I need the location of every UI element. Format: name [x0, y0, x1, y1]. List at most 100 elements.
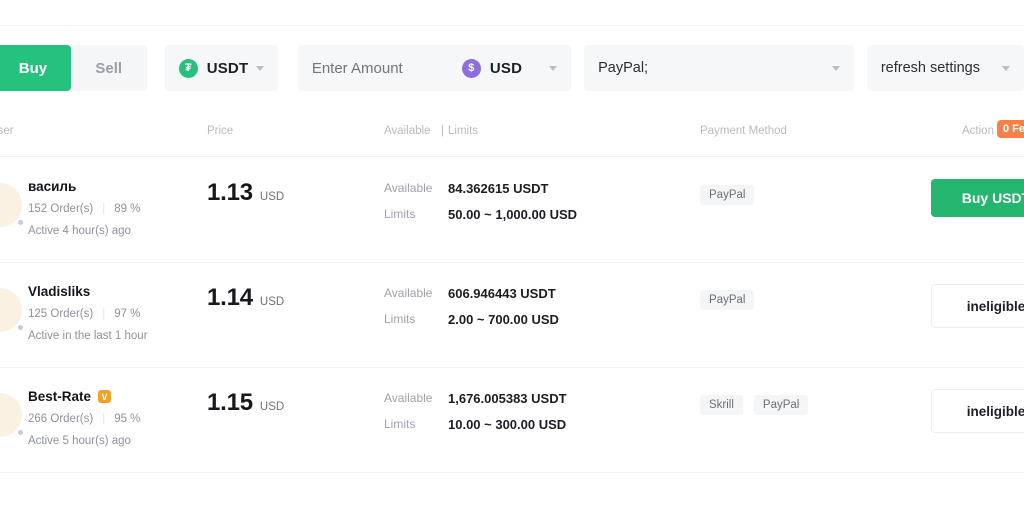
- table-row[interactable]: Vladisliks 125 Order(s) | 97 % Active in…: [0, 262, 1024, 367]
- refresh-settings-value: refresh settings: [880, 60, 980, 76]
- last-active-text: Active in the last 1 hour: [28, 330, 148, 342]
- crypto-symbol-label: USDT: [206, 59, 249, 77]
- stats-separator: |: [102, 308, 106, 320]
- usdt-token-icon: ₮: [178, 58, 198, 78]
- payment-method-tag: PayPal: [753, 395, 809, 415]
- advertiser-name-label: василь: [28, 179, 77, 194]
- column-header-price: Price: [207, 125, 234, 137]
- tab-buy-label: Buy: [18, 59, 48, 77]
- last-active-text: Active 4 hour(s) ago: [28, 225, 131, 237]
- available-value: 1,676.005383 USDT: [448, 390, 567, 406]
- advertiser-stats: 266 Order(s) | 95 %: [28, 413, 140, 425]
- column-header-available: Available: [384, 125, 431, 137]
- price-currency: USD: [259, 191, 285, 203]
- column-header-separator: |: [441, 125, 444, 137]
- table-row[interactable]: василь 152 Order(s) | 89 % Active 4 hour…: [0, 157, 1024, 262]
- column-header-limits: Limits: [448, 125, 479, 137]
- limits-label: Limits: [384, 417, 416, 431]
- refresh-settings-select[interactable]: refresh settings: [866, 45, 1024, 91]
- ineligible-button[interactable]: ineligible: [931, 389, 1024, 433]
- limits-label: Limits: [384, 312, 416, 326]
- chevron-down-icon: [831, 65, 840, 71]
- online-status-dot: [17, 429, 24, 436]
- table-row[interactable]: Best-Rate V 266 Order(s) | 95 % Active 5 …: [0, 367, 1024, 472]
- payment-method-tag: PayPal: [700, 290, 755, 310]
- advertiser-name[interactable]: Vladisliks: [28, 284, 90, 299]
- column-header-advertiser: rtiser: [0, 125, 14, 137]
- available-limits-cell: Available 606.946443 USDT Limits 2.00 ~ …: [384, 280, 559, 332]
- filter-toolbar: Buy Sell ₮ USDT $ USD PayPal;: [0, 45, 1024, 91]
- stats-separator: |: [102, 413, 106, 425]
- top-divider: [0, 25, 1024, 26]
- payment-methods-cell: PayPal: [700, 185, 755, 205]
- price-cell: 1.15 USD: [207, 389, 284, 417]
- available-row: Available 606.946443 USDT: [384, 280, 559, 306]
- limits-label: Limits: [384, 207, 416, 221]
- completion-rate: 95 %: [114, 413, 141, 425]
- p2p-marketplace-page: Buy Sell ₮ USDT $ USD PayPal;: [0, 0, 1024, 512]
- payment-methods-cell: Skrill PayPal: [700, 395, 809, 415]
- order-count: 266 Order(s): [28, 413, 94, 425]
- tab-sell-label: Sell: [95, 59, 123, 77]
- advertiser-name[interactable]: Best-Rate V: [28, 389, 112, 404]
- zero-fee-badge: 0 Fee: [997, 120, 1024, 138]
- advertiser-name-label: Vladisliks: [28, 284, 91, 299]
- available-row: Available 84.362615 USDT: [384, 175, 577, 201]
- limits-row: Limits 10.00 ~ 300.00 USD: [384, 411, 567, 437]
- payment-method-tag: Skrill: [700, 395, 743, 415]
- online-status-dot: [17, 324, 24, 331]
- tab-buy[interactable]: Buy: [0, 45, 71, 91]
- tab-sell[interactable]: Sell: [71, 45, 147, 91]
- ineligible-button[interactable]: ineligible: [931, 284, 1024, 328]
- advertiser-stats: 152 Order(s) | 89 %: [28, 203, 140, 215]
- limits-value: 2.00 ~ 700.00 USD: [448, 311, 559, 327]
- amount-input[interactable]: [311, 59, 462, 77]
- completion-rate: 89 %: [114, 203, 141, 215]
- available-label: Available: [384, 181, 433, 195]
- limits-row: Limits 2.00 ~ 700.00 USD: [384, 306, 559, 332]
- available-value: 606.946443 USDT: [448, 285, 556, 301]
- fiat-symbol-label: USD: [489, 59, 523, 77]
- completion-rate: 97 %: [114, 308, 141, 320]
- price-cell: 1.13 USD: [207, 179, 284, 207]
- price-currency: USD: [259, 296, 285, 308]
- price-cell: 1.14 USD: [207, 284, 284, 312]
- available-limits-cell: Available 84.362615 USDT Limits 50.00 ~ …: [384, 175, 577, 227]
- action-cell: Buy USDT: [931, 179, 1024, 217]
- payment-method-select[interactable]: PayPal;: [584, 45, 854, 91]
- advertiser-name[interactable]: василь: [28, 179, 76, 194]
- buy-usdt-button[interactable]: Buy USDT: [931, 179, 1024, 217]
- column-header-action: Action: [962, 125, 994, 137]
- advertiser-stats: 125 Order(s) | 97 %: [28, 308, 140, 320]
- limits-row: Limits 50.00 ~ 1,000.00 USD: [384, 201, 577, 227]
- usd-token-icon: $: [461, 58, 481, 78]
- crypto-select-value: ₮ USDT: [178, 58, 249, 78]
- stats-separator: |: [102, 203, 106, 215]
- available-value: 84.362615 USDT: [448, 180, 549, 196]
- order-count: 152 Order(s): [28, 203, 94, 215]
- column-header-payment-method: Payment Method: [700, 125, 787, 137]
- advertiser-name-label: Best-Rate: [28, 389, 92, 404]
- row-divider: [0, 472, 1024, 473]
- price-value: 1.13: [207, 179, 253, 206]
- payment-method-value: PayPal;: [598, 60, 649, 76]
- table-header: rtiser Price Available | Limits Payment …: [0, 118, 1024, 148]
- chevron-down-icon: [549, 65, 558, 71]
- action-cell: ineligible: [931, 284, 1024, 328]
- available-label: Available: [384, 391, 433, 405]
- chevron-down-icon: [1002, 65, 1010, 71]
- action-cell: ineligible: [931, 389, 1024, 433]
- verified-merchant-icon: V: [98, 390, 112, 403]
- amount-field-group[interactable]: $ USD: [297, 45, 572, 91]
- page-top-spacer: [0, 0, 1024, 25]
- available-row: Available 1,676.005383 USDT: [384, 385, 567, 411]
- chevron-down-icon: [255, 65, 264, 71]
- crypto-select[interactable]: ₮ USDT: [164, 45, 278, 91]
- price-currency: USD: [259, 401, 285, 413]
- fiat-select[interactable]: $ USD: [461, 58, 558, 78]
- buy-sell-segmented-control: Buy Sell: [0, 45, 147, 91]
- price-value: 1.14: [207, 284, 253, 311]
- payment-methods-cell: PayPal: [700, 290, 755, 310]
- last-active-text: Active 5 hour(s) ago: [28, 435, 131, 447]
- limits-value: 50.00 ~ 1,000.00 USD: [448, 206, 578, 222]
